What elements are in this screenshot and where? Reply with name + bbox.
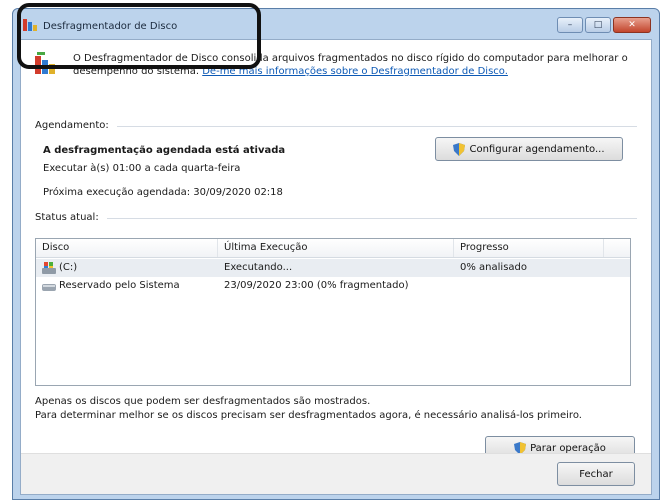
disk-row-c[interactable]: (C:) Executando... 0% analisado xyxy=(36,259,630,277)
close-button[interactable]: Fechar xyxy=(557,462,635,486)
annotation-highlight-box xyxy=(17,3,261,69)
progress-cell: 0% analisado xyxy=(460,262,527,273)
dialog-footer: Fechar xyxy=(21,453,651,494)
shield-icon xyxy=(453,142,466,156)
disk-cell: (C:) xyxy=(42,259,77,277)
windows-drive-icon xyxy=(42,262,56,274)
note-line-2: Para determinar melhor se os discos prec… xyxy=(35,410,582,421)
last-run-cell: 23/09/2020 23:00 (0% fragmentado) xyxy=(224,280,409,291)
schedule-next-run: Próxima execução agendada: 30/09/2020 02… xyxy=(43,187,283,198)
maximize-button[interactable]: □ xyxy=(585,17,611,33)
disk-cell: Reservado pelo Sistema xyxy=(42,277,180,295)
note-line-1: Apenas os discos que podem ser desfragme… xyxy=(35,396,371,407)
disk-list-header: Disco Última Execução Progresso xyxy=(36,239,630,258)
schedule-status: A desfragmentação agendada está ativada xyxy=(43,145,286,156)
dialog-body: O Desfragmentador de Disco consolida arq… xyxy=(20,39,652,495)
close-window-button[interactable]: ✕ xyxy=(613,17,651,33)
disk-name: Reservado pelo Sistema xyxy=(59,280,180,291)
last-run-cell: Executando... xyxy=(224,262,293,273)
disk-name: (C:) xyxy=(59,262,78,273)
column-last-run[interactable]: Última Execução xyxy=(218,239,454,257)
minimize-button[interactable]: – xyxy=(557,17,583,33)
configure-schedule-label: Configurar agendamento... xyxy=(469,143,605,155)
column-disk[interactable]: Disco xyxy=(36,239,218,257)
configure-schedule-button[interactable]: Configurar agendamento... xyxy=(435,137,623,161)
stop-operation-label: Parar operação xyxy=(530,442,606,454)
column-progress[interactable]: Progresso xyxy=(454,239,604,257)
drive-icon xyxy=(42,284,56,291)
disk-defragmenter-window: Desfragmentador de Disco – □ ✕ O Desfrag… xyxy=(12,8,660,500)
schedule-section-label: Agendamento: xyxy=(35,120,117,131)
status-section-label: Status atual: xyxy=(35,212,107,223)
schedule-section-header: Agendamento: xyxy=(35,120,637,132)
disk-row-system-reserved[interactable]: Reservado pelo Sistema 23/09/2020 23:00 … xyxy=(36,277,630,295)
status-section-header: Status atual: xyxy=(35,212,637,224)
schedule-run-line: Executar à(s) 01:00 a cada quarta-feira xyxy=(43,163,241,174)
disk-list[interactable]: Disco Última Execução Progresso (C:) Exe… xyxy=(35,238,631,386)
